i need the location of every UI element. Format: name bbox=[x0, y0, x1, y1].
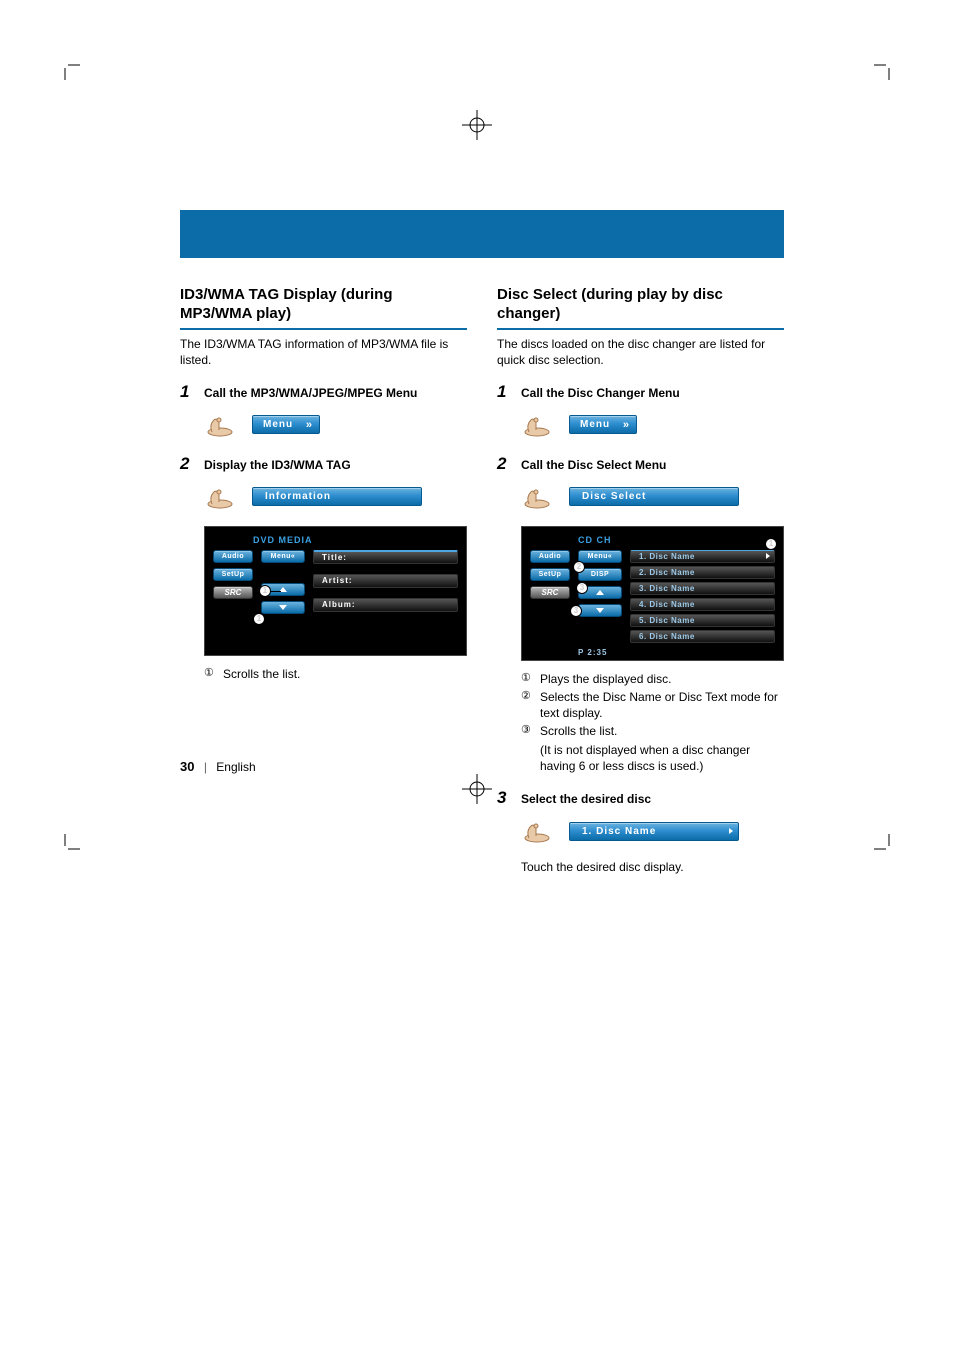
step-number: 1 bbox=[497, 382, 511, 402]
section-title-discselect: Disc Select (during play by disc changer… bbox=[497, 286, 784, 330]
id3-panel-screenshot: DVD MEDIA Audio SetUp SRC Menu« Title bbox=[204, 526, 467, 656]
callout-3: 3 bbox=[576, 582, 588, 594]
registration-mark-icon bbox=[462, 110, 492, 140]
note-1: ① Plays the displayed disc. bbox=[521, 671, 784, 687]
callout-3-dup: 3 bbox=[570, 605, 582, 617]
section-desc: The ID3/WMA TAG information of MP3/WMA f… bbox=[180, 336, 467, 368]
disc-row-2[interactable]: 2. Disc Name bbox=[630, 566, 775, 579]
section-desc: The discs loaded on the disc changer are… bbox=[497, 336, 784, 368]
note-text: Plays the displayed disc. bbox=[540, 671, 671, 687]
disp-button[interactable]: DISP bbox=[578, 568, 622, 581]
title-row: Title: bbox=[313, 550, 458, 564]
circled-number-icon: ③ bbox=[521, 723, 534, 739]
disc-select-panel-screenshot: CD CH Audio SetUp SRC Menu« DISP 1. Di bbox=[521, 526, 784, 661]
panel-header: DVD MEDIA bbox=[253, 535, 458, 545]
step-3: 3 Select the desired disc bbox=[497, 788, 784, 808]
chapter-header-bar bbox=[180, 210, 784, 258]
scroll-down-button[interactable] bbox=[578, 604, 622, 617]
disc-row-4[interactable]: 4. Disc Name bbox=[630, 598, 775, 611]
disc-select-button[interactable]: Disc Select bbox=[569, 487, 739, 506]
crop-mark-icon bbox=[50, 50, 80, 80]
step-number: 3 bbox=[497, 788, 511, 808]
scroll-down-button[interactable] bbox=[261, 601, 305, 614]
section-title-id3: ID3/WMA TAG Display (during MP3/WMA play… bbox=[180, 286, 467, 330]
step-number: 2 bbox=[180, 454, 194, 474]
step-title: Call the MP3/WMA/JPEG/MPEG Menu bbox=[204, 382, 417, 402]
touch-hand-icon bbox=[521, 816, 555, 846]
step-title: Call the Disc Select Menu bbox=[521, 454, 666, 474]
page-number: 30 bbox=[180, 759, 194, 774]
disc-row-3[interactable]: 3. Disc Name bbox=[630, 582, 775, 595]
step-title: Select the desired disc bbox=[521, 788, 651, 808]
circled-number-icon: ① bbox=[204, 666, 217, 682]
disc-row-6[interactable]: 6. Disc Name bbox=[630, 630, 775, 643]
callout-1: 1 bbox=[259, 585, 271, 597]
note-text: Scrolls the list. bbox=[540, 723, 617, 739]
circled-number-icon: ② bbox=[521, 689, 534, 721]
note-3-sub: (It is not displayed when a disc changer… bbox=[540, 742, 784, 774]
setup-button[interactable]: SetUp bbox=[213, 568, 253, 581]
album-row: Album: bbox=[313, 598, 458, 612]
touch-hand-icon bbox=[521, 410, 555, 440]
step-number: 2 bbox=[497, 454, 511, 474]
crop-mark-icon bbox=[874, 50, 904, 80]
src-button[interactable]: SRC bbox=[530, 586, 570, 599]
circled-number-icon: ① bbox=[521, 671, 534, 687]
touch-hand-icon bbox=[204, 410, 238, 440]
src-button[interactable]: SRC bbox=[213, 586, 253, 599]
menu-back-button[interactable]: Menu« bbox=[578, 550, 622, 563]
note-text: Selects the Disc Name or Disc Text mode … bbox=[540, 689, 784, 721]
crop-mark-icon bbox=[50, 834, 80, 864]
callout-1: 1 bbox=[765, 538, 777, 550]
page-footer: 30 | English bbox=[180, 759, 256, 774]
right-column: Disc Select (during play by disc changer… bbox=[497, 286, 784, 874]
menu-button[interactable]: Menu bbox=[252, 415, 320, 434]
step-2: 2 Call the Disc Select Menu bbox=[497, 454, 784, 474]
step-2: 2 Display the ID3/WMA TAG bbox=[180, 454, 467, 474]
panel-header: CD CH bbox=[578, 535, 775, 545]
audio-button[interactable]: Audio bbox=[213, 550, 253, 563]
touch-hand-icon bbox=[521, 482, 555, 512]
note-3: ③ Scrolls the list. bbox=[521, 723, 784, 739]
page-language: English bbox=[216, 760, 255, 774]
menu-button[interactable]: Menu bbox=[569, 415, 637, 434]
step-title: Call the Disc Changer Menu bbox=[521, 382, 680, 402]
note-2: ② Selects the Disc Name or Disc Text mod… bbox=[521, 689, 784, 721]
setup-button[interactable]: SetUp bbox=[530, 568, 570, 581]
menu-back-button[interactable]: Menu« bbox=[261, 550, 305, 563]
registration-mark-icon bbox=[462, 774, 492, 804]
crop-mark-icon bbox=[874, 834, 904, 864]
touch-instruction: Touch the desired disc display. bbox=[521, 860, 784, 874]
callout-1-dup: 1 bbox=[253, 613, 265, 625]
step-1: 1 Call the MP3/WMA/JPEG/MPEG Menu bbox=[180, 382, 467, 402]
left-column: ID3/WMA TAG Display (during MP3/WMA play… bbox=[180, 286, 467, 874]
step-title: Display the ID3/WMA TAG bbox=[204, 454, 351, 474]
callout-2: 2 bbox=[573, 561, 585, 573]
disc-row-1[interactable]: 1. Disc Name bbox=[630, 550, 775, 563]
note-text: Scrolls the list. bbox=[223, 666, 300, 682]
disc-name-button[interactable]: 1. Disc Name bbox=[569, 822, 739, 841]
step-number: 1 bbox=[180, 382, 194, 402]
information-button[interactable]: Information bbox=[252, 487, 422, 506]
note-1: ① Scrolls the list. bbox=[204, 666, 467, 682]
play-time: P 2:35 bbox=[578, 648, 775, 657]
artist-row: Artist: bbox=[313, 574, 458, 588]
touch-hand-icon bbox=[204, 482, 238, 512]
step-1: 1 Call the Disc Changer Menu bbox=[497, 382, 784, 402]
disc-row-5[interactable]: 5. Disc Name bbox=[630, 614, 775, 627]
audio-button[interactable]: Audio bbox=[530, 550, 570, 563]
